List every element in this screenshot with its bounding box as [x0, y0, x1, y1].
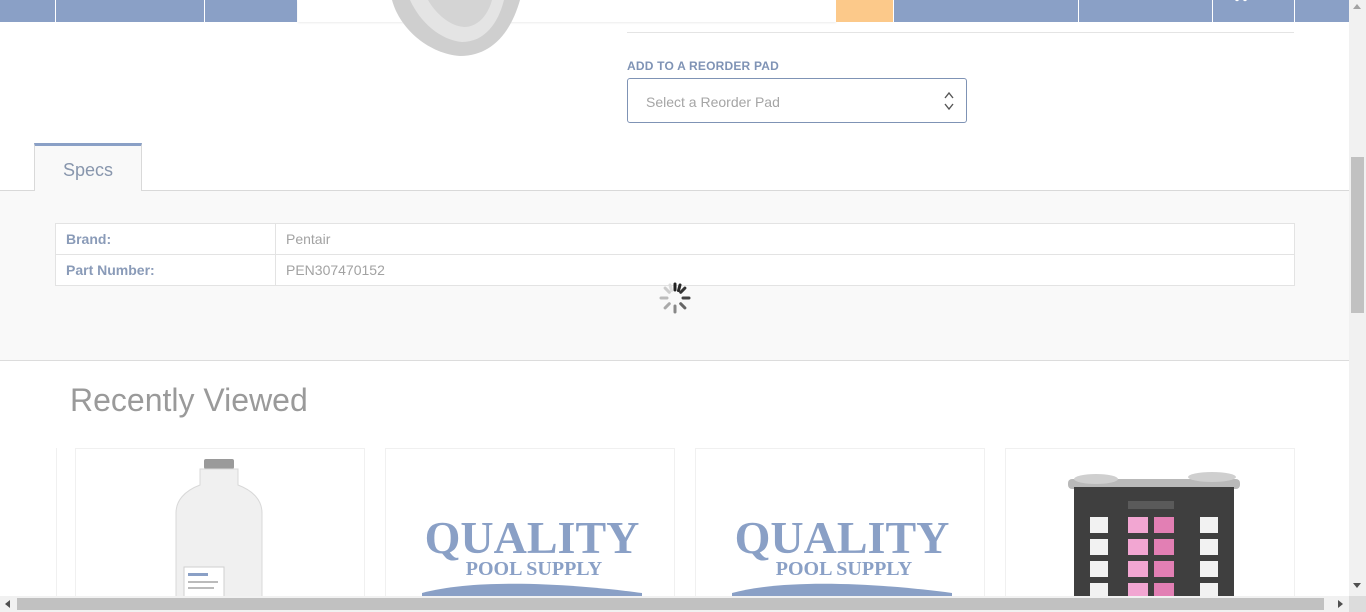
- product-card[interactable]: QUALITY POOL SUPPLY: [695, 448, 985, 596]
- tab-specs[interactable]: Specs: [34, 143, 142, 191]
- recently-viewed-carousel: QUALITY POOL SUPPLY QUALITY POOL SUPPLY: [56, 448, 1349, 596]
- product-card[interactable]: QUALITY POOL SUPPLY: [385, 448, 675, 596]
- scrollbar-corner: [1349, 596, 1366, 612]
- horizontal-scroll-thumb[interactable]: [17, 598, 1324, 610]
- scroll-down-arrow-icon[interactable]: [1353, 583, 1361, 588]
- recently-viewed-title: Recently Viewed: [70, 382, 308, 418]
- logo-line-2: POOL SUPPLY: [466, 558, 603, 580]
- chevron-up-down-icon: [944, 91, 954, 111]
- nav-item-3[interactable]: [205, 0, 298, 22]
- nav-item-5[interactable]: [1079, 0, 1213, 22]
- cart-icon: [1235, 0, 1247, 2]
- quality-pool-supply-logo: QUALITY POOL SUPPLY: [422, 512, 642, 596]
- search-button[interactable]: [836, 0, 893, 22]
- logo-line-2: POOL SUPPLY: [776, 558, 913, 580]
- top-nav-bar: [0, 0, 1349, 22]
- search-input[interactable]: [298, 0, 836, 22]
- loading-spinner-icon: [659, 282, 691, 314]
- spec-key: Brand:: [55, 223, 276, 255]
- spec-key: Part Number:: [55, 254, 276, 286]
- vertical-scroll-thumb[interactable]: [1351, 157, 1364, 313]
- nav-item-4[interactable]: [893, 0, 1079, 22]
- specs-panel: Brand: Pentair Part Number: PEN307470152: [0, 191, 1349, 361]
- vertical-scrollbar[interactable]: [1349, 0, 1366, 596]
- table-row: Brand: Pentair: [55, 223, 1295, 255]
- spec-value: PEN307470152: [275, 254, 1295, 286]
- nav-item-2[interactable]: [56, 0, 205, 22]
- reorder-pad-placeholder: Select a Reorder Pad: [646, 94, 780, 110]
- jug-bottle-image: [175, 459, 263, 596]
- nav-item-1[interactable]: [0, 0, 56, 22]
- reorder-pad-label: ADD TO A REORDER PAD: [627, 59, 780, 73]
- quality-pool-supply-logo: QUALITY POOL SUPPLY: [732, 512, 952, 596]
- tab-specs-label: Specs: [62, 160, 114, 180]
- specs-table: Brand: Pentair Part Number: PEN307470152: [55, 223, 1295, 286]
- reorder-pad-select[interactable]: Select a Reorder Pad: [627, 78, 967, 123]
- product-image: [380, 0, 540, 56]
- logo-line-1: QUALITY: [735, 512, 950, 563]
- horizontal-scrollbar[interactable]: [0, 596, 1349, 612]
- divider: [627, 32, 1294, 33]
- nav-cart[interactable]: [1213, 0, 1295, 22]
- product-card[interactable]: [75, 448, 365, 596]
- scroll-left-arrow-icon[interactable]: [5, 600, 10, 608]
- test-kit-image: [1068, 472, 1240, 596]
- logo-line-1: QUALITY: [425, 512, 640, 563]
- scroll-up-arrow-icon[interactable]: [1353, 4, 1361, 9]
- product-card[interactable]: [1005, 448, 1295, 596]
- spec-value: Pentair: [275, 223, 1295, 255]
- scroll-right-arrow-icon[interactable]: [1338, 600, 1343, 608]
